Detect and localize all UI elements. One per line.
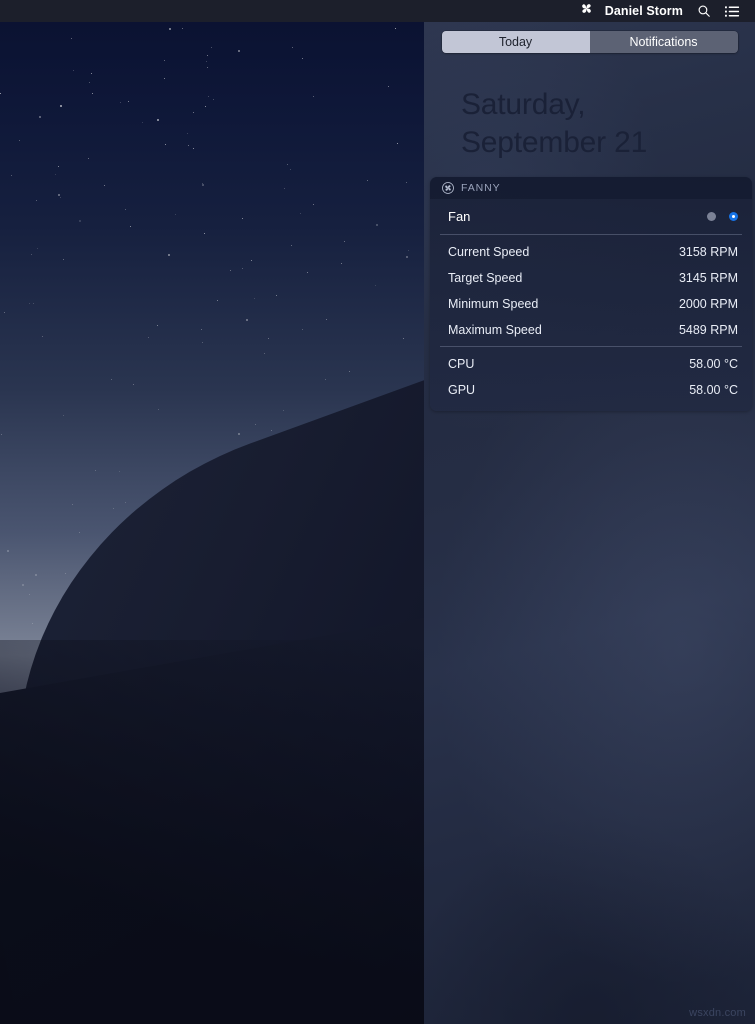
fan-selector-row: Fan: [430, 199, 752, 234]
temperature-rows: CPU 58.00 °C GPU 58.00 °C: [430, 347, 752, 411]
maximum-speed-value: 5489 RPM: [678, 323, 738, 337]
gpu-temp-label: GPU: [448, 383, 476, 397]
menubar-user-name[interactable]: Daniel Storm: [601, 4, 690, 18]
table-row: Maximum Speed 5489 RPM: [430, 317, 752, 343]
cpu-temp-value: 58.00 °C: [689, 357, 738, 371]
table-row: CPU 58.00 °C: [430, 351, 752, 377]
screen: Daniel Storm Today Notifications Saturda…: [0, 0, 755, 1024]
fan-icon: [579, 1, 594, 21]
menu-bar: Daniel Storm: [0, 0, 755, 22]
desktop-wallpaper: [0, 0, 424, 1024]
menubar-fan-status-item[interactable]: [572, 0, 601, 22]
notification-center-panel: Today Notifications Saturday, September …: [424, 22, 755, 1024]
table-row: Current Speed 3158 RPM: [430, 239, 752, 265]
watermark: wsxdn.com: [689, 1007, 746, 1019]
today-date-header: Saturday, September 21: [461, 86, 755, 162]
table-row: Minimum Speed 2000 RPM: [430, 291, 752, 317]
date-weekday: Saturday,: [461, 88, 586, 121]
maximum-speed-label: Maximum Speed: [448, 323, 542, 337]
minimum-speed-value: 2000 RPM: [678, 297, 738, 311]
fan-label: Fan: [448, 209, 471, 224]
dune-shadow: [0, 640, 424, 1024]
current-speed-label: Current Speed: [448, 245, 530, 259]
fanny-widget[interactable]: FANNY Fan Current Speed 3158 RPM Target …: [430, 177, 752, 411]
fan-page-dots[interactable]: [707, 212, 738, 221]
tab-today[interactable]: Today: [441, 31, 590, 53]
target-speed-value: 3145 RPM: [678, 271, 738, 285]
notification-center-button[interactable]: [718, 0, 747, 22]
fan-speed-rows: Current Speed 3158 RPM Target Speed 3145…: [430, 235, 752, 346]
table-row: Target Speed 3145 RPM: [430, 265, 752, 291]
gpu-temp-value: 58.00 °C: [689, 383, 738, 397]
fanny-widget-header: FANNY: [430, 177, 752, 199]
search-icon: [697, 4, 711, 18]
spotlight-search-button[interactable]: [690, 0, 718, 22]
notification-center-tabbar: Today Notifications: [424, 22, 755, 62]
tab-notifications[interactable]: Notifications: [589, 31, 738, 53]
cpu-temp-label: CPU: [448, 357, 475, 371]
minimum-speed-label: Minimum Speed: [448, 297, 539, 311]
fan-page-dot-1[interactable]: [707, 212, 716, 221]
target-speed-label: Target Speed: [448, 271, 523, 285]
notification-center-icon: [725, 5, 740, 18]
fan-page-dot-2[interactable]: [729, 212, 738, 221]
fan-icon: [442, 182, 454, 194]
segmented-control[interactable]: Today Notifications: [441, 31, 738, 53]
date-month-day: September 21: [461, 126, 648, 159]
fanny-widget-title: FANNY: [461, 182, 501, 194]
table-row: GPU 58.00 °C: [430, 377, 752, 403]
current-speed-value: 3158 RPM: [678, 245, 738, 259]
